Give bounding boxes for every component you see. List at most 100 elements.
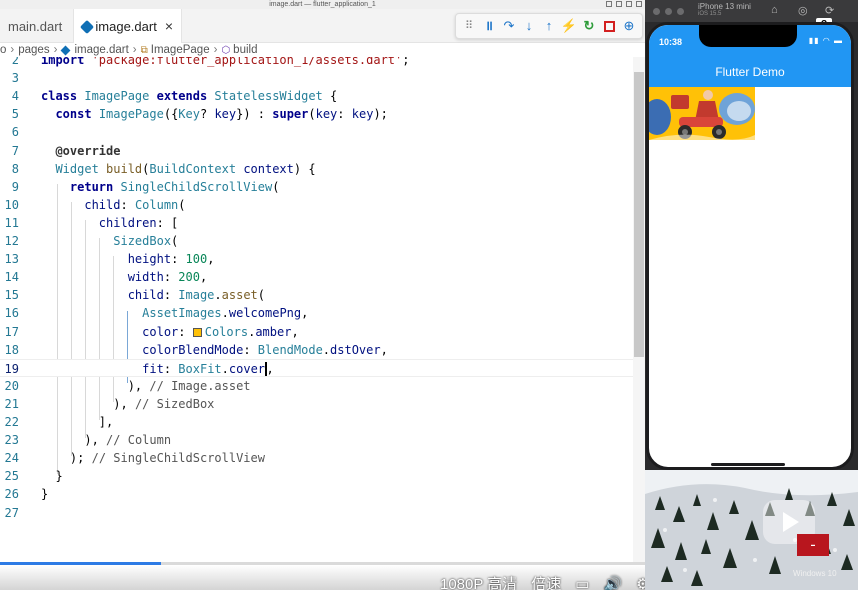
code-token: ,: [199, 270, 208, 285]
tab-main-dart[interactable]: main.dart: [0, 9, 74, 43]
code-token: );: [69, 451, 92, 466]
code-line[interactable]: 23 ), // Column: [0, 431, 633, 449]
code-token: (: [257, 288, 265, 303]
code-line[interactable]: 21 ), // SizedBox: [0, 395, 633, 413]
code-token: amber: [255, 324, 292, 339]
minimize-window-icon[interactable]: [665, 8, 672, 15]
restart-icon[interactable]: ↻: [581, 18, 597, 34]
code-token: : [: [156, 215, 179, 230]
code-line[interactable]: 7 @override: [0, 142, 633, 160]
quality-button[interactable]: 1080P 高清: [440, 573, 517, 590]
volume-icon[interactable]: 🔊: [603, 575, 622, 590]
tab-image-dart[interactable]: image.dart ×: [74, 9, 182, 43]
layout-icon[interactable]: [636, 1, 642, 7]
pause-icon[interactable]: ॥: [481, 18, 497, 34]
code-line[interactable]: 3: [0, 69, 633, 87]
zoom-window-icon[interactable]: [677, 8, 684, 15]
code-line[interactable]: 4 class ImagePage extends StatelessWidget…: [0, 87, 633, 105]
code-token: child: [127, 288, 164, 303]
code-line[interactable]: 24 ); // SingleChildScrollView: [0, 449, 633, 467]
code-token: (: [272, 179, 280, 194]
hot-reload-icon[interactable]: ⚡: [561, 18, 577, 34]
code-line[interactable]: 18 colorBlendMode: BlendMode.dstOver,: [0, 341, 633, 359]
breadcrumb-item[interactable]: o: [0, 44, 6, 56]
layout-icon[interactable]: [626, 1, 632, 7]
line-text: }: [41, 467, 62, 485]
step-out-icon[interactable]: ↑: [541, 18, 557, 34]
code-line[interactable]: 17 color: Colors.amber,: [0, 323, 633, 341]
code-token: (: [178, 197, 186, 212]
code-line[interactable]: 11 children: [: [0, 214, 633, 232]
code-line[interactable]: 27: [0, 504, 633, 522]
home-icon[interactable]: ⌂: [771, 4, 778, 16]
line-text: ), // Image.asset: [41, 377, 251, 395]
code-line[interactable]: 26}: [0, 485, 633, 503]
close-window-icon[interactable]: [653, 8, 660, 15]
line-text: height: 100,: [41, 250, 215, 268]
code-line[interactable]: 25 }: [0, 467, 633, 485]
code-token: 'package:flutter_application_1/assets.da…: [91, 57, 403, 67]
dart-file-icon: [61, 46, 70, 55]
code-token: );: [373, 107, 388, 122]
devtools-icon[interactable]: ⊕: [621, 18, 637, 34]
code-line[interactable]: 19 fit: BoxFit.cover,: [0, 358, 633, 378]
phone-screen[interactable]: 10:38 ▮▮ ◠ ▬ Flutter Demo: [646, 22, 854, 470]
drag-handle-icon[interactable]: ⠿: [461, 18, 477, 34]
code-line[interactable]: 16 AssetImages.welcomePng,: [0, 304, 633, 322]
code-token: key: [315, 107, 338, 122]
close-icon[interactable]: ×: [165, 18, 173, 34]
editor-scrollbar-thumb[interactable]: [634, 72, 644, 357]
home-indicator[interactable]: [711, 463, 785, 466]
line-number: 11: [4, 215, 19, 230]
code-line[interactable]: 8 Widget build(BuildContext context) {: [0, 160, 633, 178]
screenshot-icon[interactable]: ◎: [798, 4, 808, 17]
line-text: Widget build(BuildContext context) {: [41, 160, 315, 178]
breadcrumb-item-pages[interactable]: pages: [18, 44, 49, 56]
debug-toolbar: ⠿ ॥ ↷ ↓ ↑ ⚡ ↻ ⊕: [455, 13, 643, 39]
subtitle-icon[interactable]: ▭: [575, 575, 589, 590]
code-line[interactable]: 20 ), // Image.asset: [0, 377, 633, 395]
breadcrumb-item-file[interactable]: image.dart: [61, 44, 128, 56]
layout-icon[interactable]: [606, 1, 612, 7]
code-line[interactable]: 6: [0, 123, 633, 141]
step-over-icon[interactable]: ↷: [501, 18, 517, 34]
status-icons: ▮▮ ◠ ▬: [808, 36, 843, 45]
line-number: 15: [4, 288, 19, 303]
line-number: 10: [4, 197, 19, 212]
breadcrumb-item-method[interactable]: ⬡ build: [221, 44, 257, 56]
code-token: BoxFit: [178, 361, 222, 376]
code-editor[interactable]: 💡 2import 'package:flutter_application_1…: [0, 57, 645, 562]
code-line[interactable]: 9 return SingleChildScrollView(: [0, 178, 633, 196]
step-into-icon[interactable]: ↓: [521, 18, 537, 34]
layout-icon[interactable]: [616, 1, 622, 7]
code-token: .: [221, 306, 229, 321]
code-line[interactable]: 10 child: Column(: [0, 196, 633, 214]
line-number: 19: [4, 361, 19, 376]
speed-button[interactable]: 倍速: [531, 573, 561, 590]
rotate-icon[interactable]: ⟳: [825, 4, 834, 17]
code-line[interactable]: 22 ],: [0, 413, 633, 431]
code-line[interactable]: 15 child: Image.asset(: [0, 286, 633, 304]
code-line[interactable]: 5 const ImagePage({Key? key}) : super(ke…: [0, 105, 633, 123]
code-token: colorBlendMode: [142, 342, 244, 357]
code-token: color: [142, 324, 179, 339]
stop-icon[interactable]: [601, 18, 617, 34]
phone-notch: [699, 25, 797, 47]
code-line[interactable]: 13 height: 100,: [0, 250, 633, 268]
code-token: :: [120, 197, 135, 212]
breadcrumb-item-class[interactable]: ⧉ ImagePage: [141, 44, 210, 56]
line-number: 26: [4, 487, 19, 502]
code-line[interactable]: 12 SizedBox(: [0, 232, 633, 250]
line-text: fit: BoxFit.cover,: [41, 360, 274, 378]
breadcrumb-separator: ›: [213, 44, 218, 56]
code-line[interactable]: 14 width: 200,: [0, 268, 633, 286]
code-line[interactable]: 2 import 'package:flutter_application_1/a…: [0, 57, 633, 69]
code-token: Column: [134, 197, 179, 212]
